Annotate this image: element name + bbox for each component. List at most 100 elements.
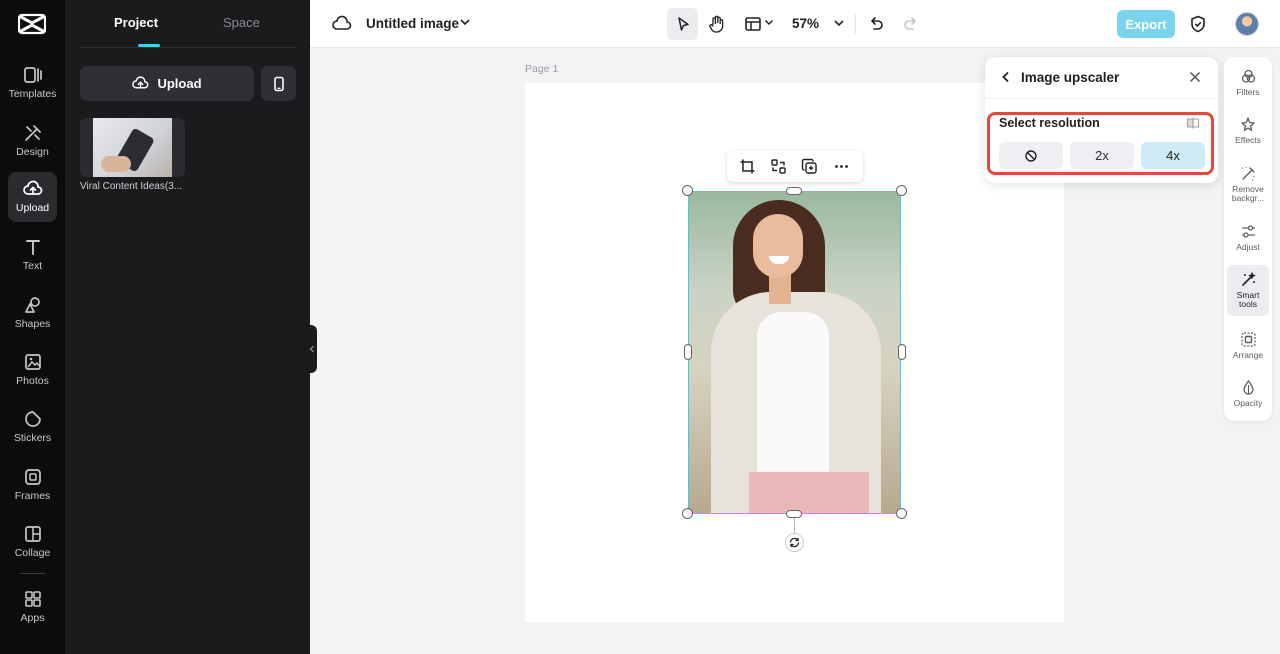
upload-cloud-icon	[22, 180, 42, 195]
chevron-down-icon[interactable]	[763, 16, 775, 28]
effects-icon	[1240, 117, 1255, 132]
rail-item-stickers[interactable]: Stickers	[8, 402, 57, 452]
uploaded-thumbnail[interactable]	[80, 118, 185, 177]
tool-label: Filters	[1236, 87, 1260, 97]
arrange-icon	[1240, 332, 1256, 347]
thumbnail-hand	[101, 156, 131, 172]
resolution-option-4x[interactable]: 4x	[1141, 142, 1205, 169]
design-icon	[24, 125, 41, 141]
shapes-icon	[24, 297, 40, 313]
back-arrow-icon[interactable]	[999, 70, 1013, 84]
tool-effects[interactable]: Effects	[1227, 116, 1269, 145]
tool-opacity[interactable]: Opacity	[1227, 379, 1269, 408]
zoom-level[interactable]: 57%	[792, 16, 819, 31]
panel-tabs: Project Space	[80, 0, 296, 48]
photo-top	[757, 312, 829, 482]
redo-icon[interactable]	[901, 14, 921, 34]
rail-item-frames[interactable]: Frames	[8, 460, 57, 510]
photo-skirt	[749, 472, 869, 513]
rail-label: Upload	[15, 202, 50, 214]
rotate-icon	[789, 537, 800, 548]
rail-label: Collage	[14, 547, 51, 559]
upload-panel: Project Space Upload Viral Content Ideas…	[65, 0, 310, 654]
layout-icon[interactable]	[743, 14, 763, 34]
page-label: Page 1	[525, 63, 559, 75]
rail-label: Frames	[14, 490, 51, 502]
upload-button[interactable]: Upload	[80, 66, 254, 101]
resize-handle-top[interactable]	[786, 187, 802, 195]
resize-handle-bottom-left[interactable]	[682, 508, 693, 519]
chevron-down-icon[interactable]	[458, 15, 472, 29]
templates-icon	[23, 67, 42, 83]
filters-icon	[1241, 69, 1255, 83]
rail-item-text[interactable]: Text	[8, 230, 57, 280]
crop-icon[interactable]	[739, 158, 756, 175]
rail-item-apps[interactable]: Apps	[8, 582, 57, 632]
rail-divider	[20, 573, 45, 574]
avatar[interactable]	[1235, 12, 1259, 36]
opacity-icon	[1242, 379, 1254, 395]
document-title[interactable]: Untitled image	[366, 16, 459, 31]
cloud-sync-icon[interactable]	[332, 14, 352, 34]
tool-label: Opacity	[1233, 398, 1263, 408]
upscaler-title: Image upscaler	[1021, 70, 1120, 85]
image-context-toolbar	[727, 151, 863, 182]
rail-item-shapes[interactable]: Shapes	[8, 288, 57, 338]
tab-project[interactable]: Project	[114, 15, 158, 30]
compare-icon[interactable]	[1186, 116, 1200, 130]
chevron-down-icon[interactable]	[832, 16, 846, 30]
rail-label: Design	[16, 146, 49, 158]
selected-photo[interactable]	[688, 191, 901, 514]
resize-handle-top-left[interactable]	[682, 185, 693, 196]
rail-label: Templates	[8, 88, 57, 100]
rotate-handle[interactable]	[785, 533, 804, 552]
close-icon[interactable]	[1188, 70, 1202, 84]
collapse-panel-handle[interactable]	[307, 325, 317, 373]
cursor-icon	[677, 17, 689, 31]
rail-item-collage[interactable]: Collage	[8, 517, 57, 567]
duplicate-icon[interactable]	[801, 158, 818, 175]
resize-handle-bottom[interactable]	[786, 510, 802, 518]
upscaler-divider	[985, 98, 1218, 99]
photo-neck	[769, 274, 791, 304]
tool-label: Adjust	[1236, 242, 1260, 252]
select-resolution-label: Select resolution	[999, 116, 1100, 130]
collage-icon	[24, 526, 41, 542]
tool-adjust[interactable]: Adjust	[1227, 223, 1269, 252]
remove-background-icon	[1241, 167, 1255, 181]
upload-from-phone-button[interactable]	[261, 66, 296, 101]
capcut-logo[interactable]	[18, 12, 46, 36]
rail-item-upload[interactable]: Upload	[8, 172, 57, 222]
resolution-option-2x[interactable]: 2x	[1070, 142, 1134, 169]
rail-label: Photos	[16, 375, 49, 387]
tool-label: Remove backgr...	[1231, 184, 1265, 203]
export-button[interactable]: Export	[1117, 10, 1175, 38]
replace-icon[interactable]	[770, 158, 787, 175]
shield-icon[interactable]	[1188, 14, 1208, 34]
resize-handle-right[interactable]	[898, 344, 906, 360]
rail-item-design[interactable]: Design	[8, 116, 57, 166]
tab-space[interactable]: Space	[223, 15, 260, 30]
hand-tool-icon[interactable]	[707, 14, 727, 34]
thumbnail-caption: Viral Content Ideas(3...	[80, 181, 183, 192]
left-rail: Templates Design Upload Text Shapes Phot…	[0, 0, 65, 654]
resize-handle-left[interactable]	[684, 344, 692, 360]
rail-label: Stickers	[13, 432, 52, 444]
tool-arrange[interactable]: Arrange	[1227, 331, 1269, 360]
rail-label: Text	[22, 260, 43, 272]
undo-icon[interactable]	[866, 14, 886, 34]
resize-handle-bottom-right[interactable]	[896, 508, 907, 519]
tool-remove-background[interactable]: Remove backgr...	[1227, 165, 1269, 203]
resolution-option-none[interactable]	[999, 142, 1063, 169]
rail-item-templates[interactable]: Templates	[8, 58, 57, 108]
tool-label: Arrange	[1232, 350, 1264, 360]
resize-handle-top-right[interactable]	[896, 185, 907, 196]
select-tool-button[interactable]	[667, 8, 698, 40]
tool-filters[interactable]: Filters	[1227, 68, 1269, 97]
no-upscale-icon	[1025, 149, 1037, 162]
rail-item-photos[interactable]: Photos	[8, 345, 57, 395]
more-options-icon[interactable]	[833, 158, 850, 175]
right-tools-panel: Filters Effects Remove backgr... Adjust …	[1224, 57, 1272, 421]
thumbnail-image	[93, 118, 172, 177]
tool-smart-tools[interactable]: Smart tools	[1227, 265, 1269, 316]
